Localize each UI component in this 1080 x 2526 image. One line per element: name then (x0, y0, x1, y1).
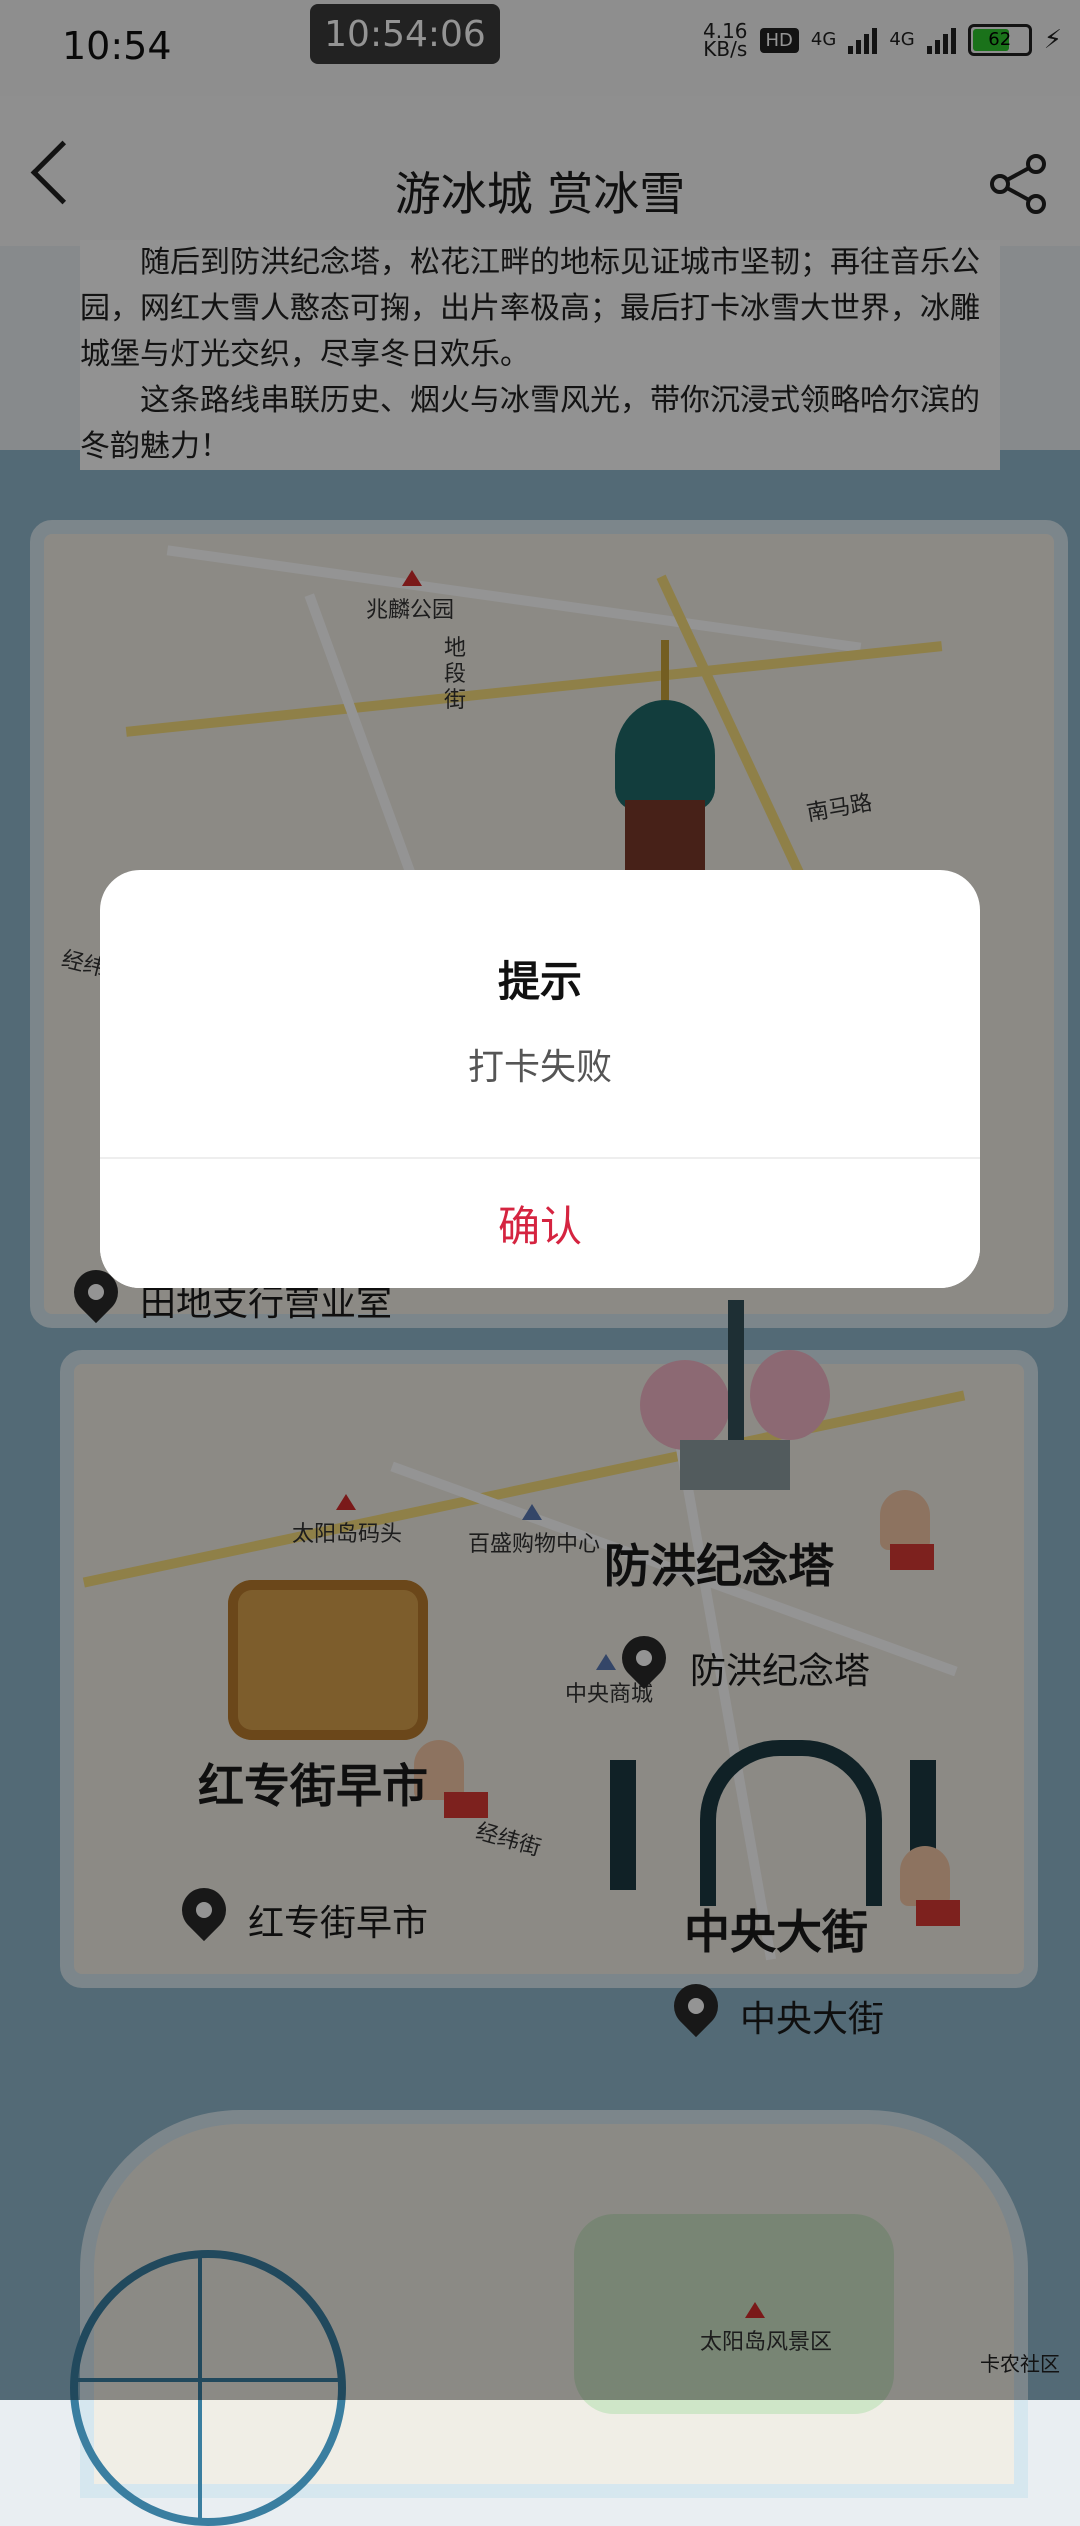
dialog-message: 打卡失败 (467, 1047, 612, 1088)
alert-dialog: 提示 打卡失败 确认 (100, 870, 980, 1288)
confirm-button[interactable]: 确认 (100, 1159, 980, 1288)
dialog-title: 提示 (497, 957, 582, 1006)
